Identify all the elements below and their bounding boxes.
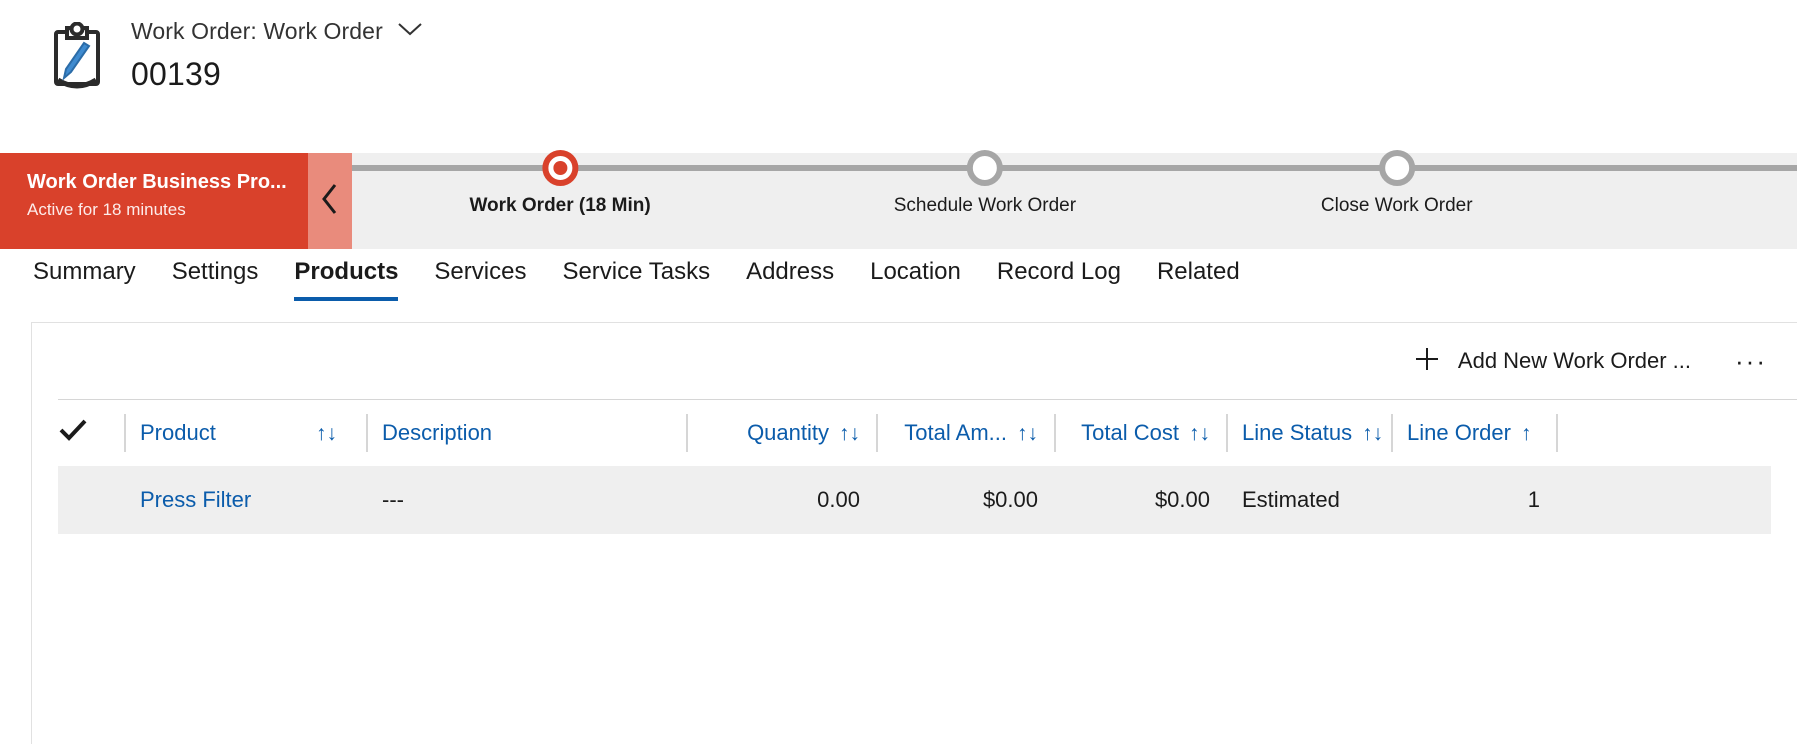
form-tab-bar: Summary Settings Products Services Servi… bbox=[0, 249, 1797, 322]
tab-address[interactable]: Address bbox=[746, 249, 834, 301]
tab-label: Settings bbox=[172, 258, 259, 285]
column-header-line-order[interactable]: Line Order ↑ bbox=[1391, 400, 1556, 466]
stage-marker-icon bbox=[967, 150, 1003, 186]
column-label: Total Cost bbox=[1081, 420, 1179, 446]
tab-products[interactable]: Products bbox=[294, 249, 398, 301]
bpf-name: Work Order Business Pro... bbox=[27, 168, 308, 196]
column-label: Description bbox=[382, 420, 492, 446]
sort-asc-icon: ↑ bbox=[1521, 423, 1532, 444]
tab-label: Related bbox=[1157, 258, 1240, 285]
column-header-product[interactable]: Product bbox=[124, 400, 300, 466]
bpf-status: Active for 18 minutes bbox=[27, 197, 308, 223]
row-select-checkbox[interactable] bbox=[58, 466, 124, 534]
chevron-down-icon[interactable] bbox=[397, 21, 423, 42]
bpf-stage-label: Close Work Order bbox=[1321, 195, 1473, 217]
bpf-collapse-button[interactable] bbox=[308, 153, 352, 249]
bpf-name-block[interactable]: Work Order Business Pro... Active for 18… bbox=[0, 153, 308, 249]
table-row[interactable]: Press Filter --- 0.00 $0.00 $0.00 Estima… bbox=[58, 466, 1771, 534]
tab-label: Record Log bbox=[997, 258, 1121, 285]
column-header-end-divider bbox=[1556, 400, 1566, 466]
cell-product-spacer bbox=[300, 466, 366, 534]
sort-both-icon: ↑↓ bbox=[1017, 423, 1038, 444]
column-header-description[interactable]: Description bbox=[366, 400, 686, 466]
tab-location[interactable]: Location bbox=[870, 249, 961, 301]
column-label: Line Order bbox=[1407, 420, 1511, 446]
work-order-form: Work Order: Work Order 00139 Work Order … bbox=[0, 0, 1797, 744]
business-process-flow: Work Order Business Pro... Active for 18… bbox=[0, 153, 1797, 249]
sort-both-icon: ↑↓ bbox=[1362, 423, 1383, 444]
tab-record-log[interactable]: Record Log bbox=[997, 249, 1121, 301]
tab-label: Services bbox=[434, 258, 526, 285]
record-entity-label: Work Order: Work Order bbox=[131, 16, 383, 46]
tab-services[interactable]: Services bbox=[434, 249, 526, 301]
tab-label: Location bbox=[870, 258, 961, 285]
tab-related[interactable]: Related bbox=[1157, 249, 1240, 301]
tab-label: Service Tasks bbox=[562, 258, 710, 285]
tab-summary[interactable]: Summary bbox=[33, 249, 136, 301]
cell-line-status: Estimated bbox=[1226, 466, 1391, 534]
tab-label: Summary bbox=[33, 258, 136, 285]
sort-both-icon: ↑↓ bbox=[316, 423, 337, 444]
stage-marker-icon bbox=[1379, 150, 1415, 186]
column-label: Product bbox=[140, 420, 216, 446]
cell-total-amount: $0.00 bbox=[876, 466, 1054, 534]
bpf-stage-label: Schedule Work Order bbox=[894, 195, 1076, 217]
bpf-stage-label: Work Order (18 Min) bbox=[469, 195, 650, 217]
cell-product[interactable]: Press Filter bbox=[124, 466, 300, 534]
products-subgrid: Add New Work Order ... ··· Product bbox=[31, 322, 1797, 744]
column-header-line-status[interactable]: Line Status ↑↓ bbox=[1226, 400, 1391, 466]
checkmark-icon bbox=[58, 417, 88, 449]
bpf-stage-track: Work Order (18 Min) Schedule Work Order … bbox=[352, 153, 1797, 249]
sort-both-icon: ↑↓ bbox=[1189, 423, 1210, 444]
sort-both-icon: ↑↓ bbox=[839, 423, 860, 444]
subgrid-command-bar: Add New Work Order ... ··· bbox=[32, 323, 1797, 399]
tab-service-tasks[interactable]: Service Tasks bbox=[562, 249, 710, 301]
bpf-stage-schedule-work-order[interactable]: Schedule Work Order bbox=[894, 153, 1076, 217]
cell-line-order: 1 bbox=[1391, 466, 1556, 534]
chevron-left-icon bbox=[320, 182, 340, 221]
cell-total-cost: $0.00 bbox=[1054, 466, 1226, 534]
column-label: Line Status bbox=[1242, 420, 1352, 446]
select-all-header[interactable] bbox=[58, 400, 124, 466]
add-new-work-order-product-button[interactable]: Add New Work Order ... bbox=[1402, 338, 1701, 385]
column-header-total-amount[interactable]: Total Am... ↑↓ bbox=[876, 400, 1054, 466]
ellipsis-icon[interactable]: ··· bbox=[1727, 351, 1775, 371]
tab-label: Products bbox=[294, 258, 398, 285]
record-header: Work Order: Work Order 00139 bbox=[0, 0, 1797, 153]
record-title-block: Work Order: Work Order 00139 bbox=[131, 16, 423, 96]
column-label: Total Am... bbox=[904, 420, 1007, 446]
tab-settings[interactable]: Settings bbox=[172, 249, 259, 301]
column-header-quantity[interactable]: Quantity ↑↓ bbox=[686, 400, 876, 466]
bpf-stage-close-work-order[interactable]: Close Work Order bbox=[1321, 153, 1473, 217]
cell-quantity: 0.00 bbox=[686, 466, 876, 534]
plus-icon bbox=[1412, 344, 1442, 379]
column-label: Quantity bbox=[747, 420, 829, 446]
tab-label: Address bbox=[746, 258, 834, 285]
stage-marker-active-icon bbox=[542, 150, 578, 186]
column-header-total-cost[interactable]: Total Cost ↑↓ bbox=[1054, 400, 1226, 466]
add-button-label: Add New Work Order ... bbox=[1458, 348, 1691, 374]
subgrid-header-row: Product ↑↓ Description Quantity ↑↓ bbox=[32, 400, 1797, 466]
cell-description: --- bbox=[366, 466, 686, 534]
record-name: 00139 bbox=[131, 52, 423, 96]
clipboard-pencil-icon bbox=[46, 22, 108, 94]
bpf-stage-work-order[interactable]: Work Order (18 Min) bbox=[469, 153, 650, 217]
column-sort-product[interactable]: ↑↓ bbox=[300, 400, 366, 466]
